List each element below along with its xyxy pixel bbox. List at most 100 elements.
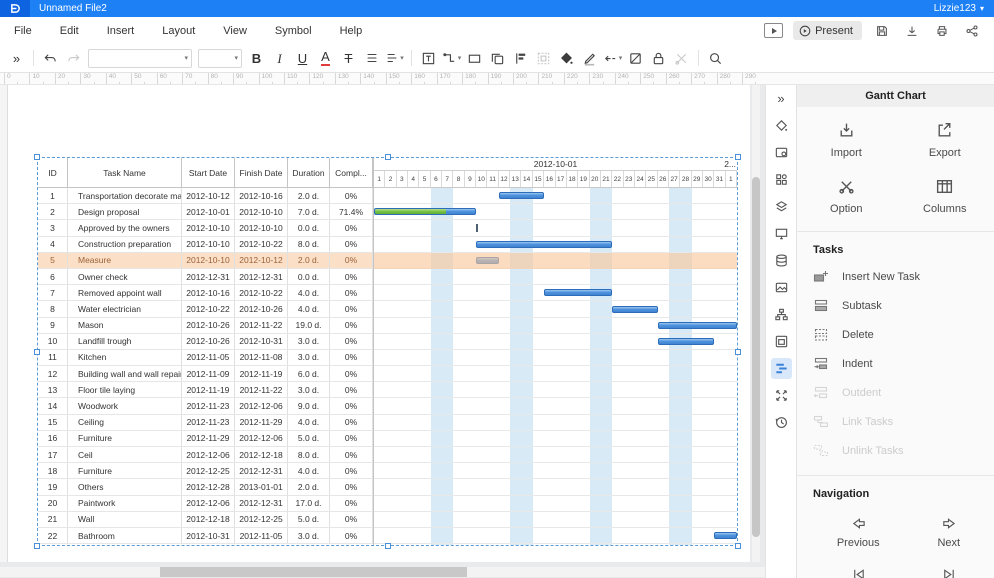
nav-go-to-finish[interactable]: Go to Finish [904,567,994,578]
task-action-delete[interactable]: Delete [813,320,994,349]
text-align-button[interactable]: ▾ [383,47,406,69]
selection-handle[interactable] [735,154,741,160]
table-row[interactable]: 5 Measure 2012-10-10 2012-10-12 2.0 d. 0% [38,252,373,269]
task-bar[interactable] [657,321,737,329]
table-row[interactable]: 12 Building wall and wall repair 2012-11-0… [38,366,373,383]
gantt-chart-panel-button[interactable] [770,358,792,379]
redo-button[interactable] [62,47,85,69]
task-bar[interactable] [714,532,737,540]
org-chart-button[interactable] [771,304,792,325]
vertical-scrollbar-thumb[interactable] [752,177,760,537]
table-row[interactable]: 16 Furniture 2012-11-29 2012-12-06 5.0 d. 0% [38,430,373,447]
strikethrough-button[interactable]: T [337,47,360,69]
download-button[interactable] [902,22,922,40]
pen-style-button[interactable] [578,47,601,69]
table-row[interactable]: 9 Mason 2012-10-26 2012-11-22 19.0 d. 0% [38,317,373,334]
table-row[interactable]: 2 Design proposal 2012-10-01 2012-10-10 7.0 … [38,204,373,221]
duplicate-shape-button[interactable] [486,47,509,69]
table-row[interactable]: 8 Water electrician 2012-10-22 2012-10-26 4.… [38,301,373,318]
bold-button[interactable]: B [245,47,268,69]
table-row[interactable]: 4 Construction preparation 2012-10-10 2012-… [38,236,373,253]
table-row[interactable]: 18 Furniture 2012-12-25 2012-12-31 4.0 d. 0% [38,463,373,480]
panel-action-option[interactable]: Option [797,177,896,215]
underline-button[interactable]: U [291,47,314,69]
symbol-library-button[interactable] [771,169,792,190]
user-menu[interactable]: Lizzie123 ▾ [934,3,984,14]
undo-button[interactable] [39,47,62,69]
menu-edit[interactable]: Edit [46,25,93,37]
page-setup-button[interactable] [771,142,792,163]
menu-file[interactable]: File [0,25,46,37]
connector-button[interactable]: ▾ [440,47,463,69]
milestone-marker[interactable] [476,224,479,233]
selection-handle[interactable] [735,543,741,549]
text-box-button[interactable] [417,47,440,69]
task-action-insert-new-task[interactable]: Insert New Task [813,262,994,291]
table-row[interactable]: 14 Woodwork 2012-11-23 2012-12-06 9.0 d. 0% [38,398,373,415]
table-row[interactable]: 21 Wall 2012-12-18 2012-12-25 5.0 d. 0% [38,511,373,528]
panel-action-columns[interactable]: Columns [896,177,994,215]
table-row[interactable]: 6 Owner check 2012-12-31 2012-12-31 0.0 d. 0% [38,268,373,286]
container-button[interactable] [771,331,792,352]
selection-handle[interactable] [384,543,391,549]
table-row[interactable]: 19 Others 2012-12-28 2013-01-01 2.0 d. 0% [38,479,373,496]
vertical-scrollbar[interactable] [752,85,760,562]
menu-symbol[interactable]: Symbol [261,25,326,37]
canvas-area[interactable]: ID Task Name Start Date Finish Date Duration… [0,85,765,578]
expand-toolbar-button[interactable]: » [5,47,28,69]
clear-style-button[interactable] [624,47,647,69]
table-row[interactable]: 3 Approved by the owners 2012-10-10 2012-10… [38,220,373,237]
panel-action-import[interactable]: Import [797,121,896,159]
table-row[interactable]: 20 Paintwork 2012-12-06 2012-12-31 17.0 d. 0% [38,495,373,512]
picture-button[interactable] [771,277,792,298]
task-bar[interactable] [544,289,613,297]
horizontal-scrollbar-thumb[interactable] [160,567,467,577]
canvas-page[interactable]: ID Task Name Start Date Finish Date Duration… [8,85,750,562]
selection-handle[interactable] [735,348,741,355]
selection-handle[interactable] [384,154,391,160]
slideshow-preview-button[interactable] [764,23,784,38]
font-size-select[interactable]: ▾ [198,48,242,68]
selection-handle[interactable] [34,543,40,549]
panel-action-export[interactable]: Export [896,121,994,159]
app-logo-icon[interactable] [0,0,30,17]
data-button[interactable] [771,250,792,271]
line-spacing-button[interactable] [360,47,383,69]
task-action-indent[interactable]: Indent [813,349,994,378]
font-family-select[interactable]: ▾ [88,48,192,68]
table-row[interactable]: 17 Ceil 2012-12-06 2012-12-18 8.0 d. 0% [38,447,373,464]
save-button[interactable] [872,22,892,40]
collapse-panel-button[interactable]: » [771,88,792,109]
menu-layout[interactable]: Layout [148,25,209,37]
group-button[interactable] [532,47,555,69]
lock-button[interactable] [647,47,670,69]
table-row[interactable]: 22 Bathroom 2012-10-31 2012-11-05 3.0 d. 0% [38,527,373,545]
menu-view[interactable]: View [209,25,261,37]
tools-button[interactable] [670,47,693,69]
nav-go-to-start[interactable]: Go to Start [813,567,904,578]
table-row[interactable]: 13 Floor tile laying 2012-11-19 2012-11-22 3… [38,382,373,399]
nav-next[interactable]: Next [904,516,994,549]
selection-handle[interactable] [34,154,40,160]
fill-style-button[interactable] [771,115,792,136]
align-shapes-button[interactable] [509,47,532,69]
table-row[interactable]: 10 Landfill trough 2012-10-26 2012-10-31 3.0… [38,333,373,350]
print-button[interactable] [932,22,952,40]
search-button[interactable] [704,47,727,69]
selection-handle[interactable] [34,348,40,355]
nav-previous[interactable]: Previous [813,516,904,549]
table-row[interactable]: 15 Ceiling 2012-11-23 2012-11-29 4.0 d. 0% [38,414,373,431]
italic-button[interactable]: I [268,47,291,69]
task-bar[interactable] [374,208,477,216]
line-style-button[interactable]: ▾ [601,47,624,69]
table-row[interactable]: 1 Transportation decorate ma... 2012-10-12… [38,188,373,205]
font-color-button[interactable]: A [314,47,337,69]
share-button[interactable] [962,22,982,40]
fill-color-button[interactable] [555,47,578,69]
history-button[interactable] [771,412,792,433]
gantt-chart-shape[interactable]: ID Task Name Start Date Finish Date Duration… [34,154,741,549]
task-bar[interactable] [612,305,658,313]
fit-view-button[interactable] [771,385,792,406]
task-bar[interactable] [657,338,715,345]
table-row[interactable]: 11 Kitchen 2012-11-05 2012-11-08 3.0 d. 0% [38,349,373,367]
